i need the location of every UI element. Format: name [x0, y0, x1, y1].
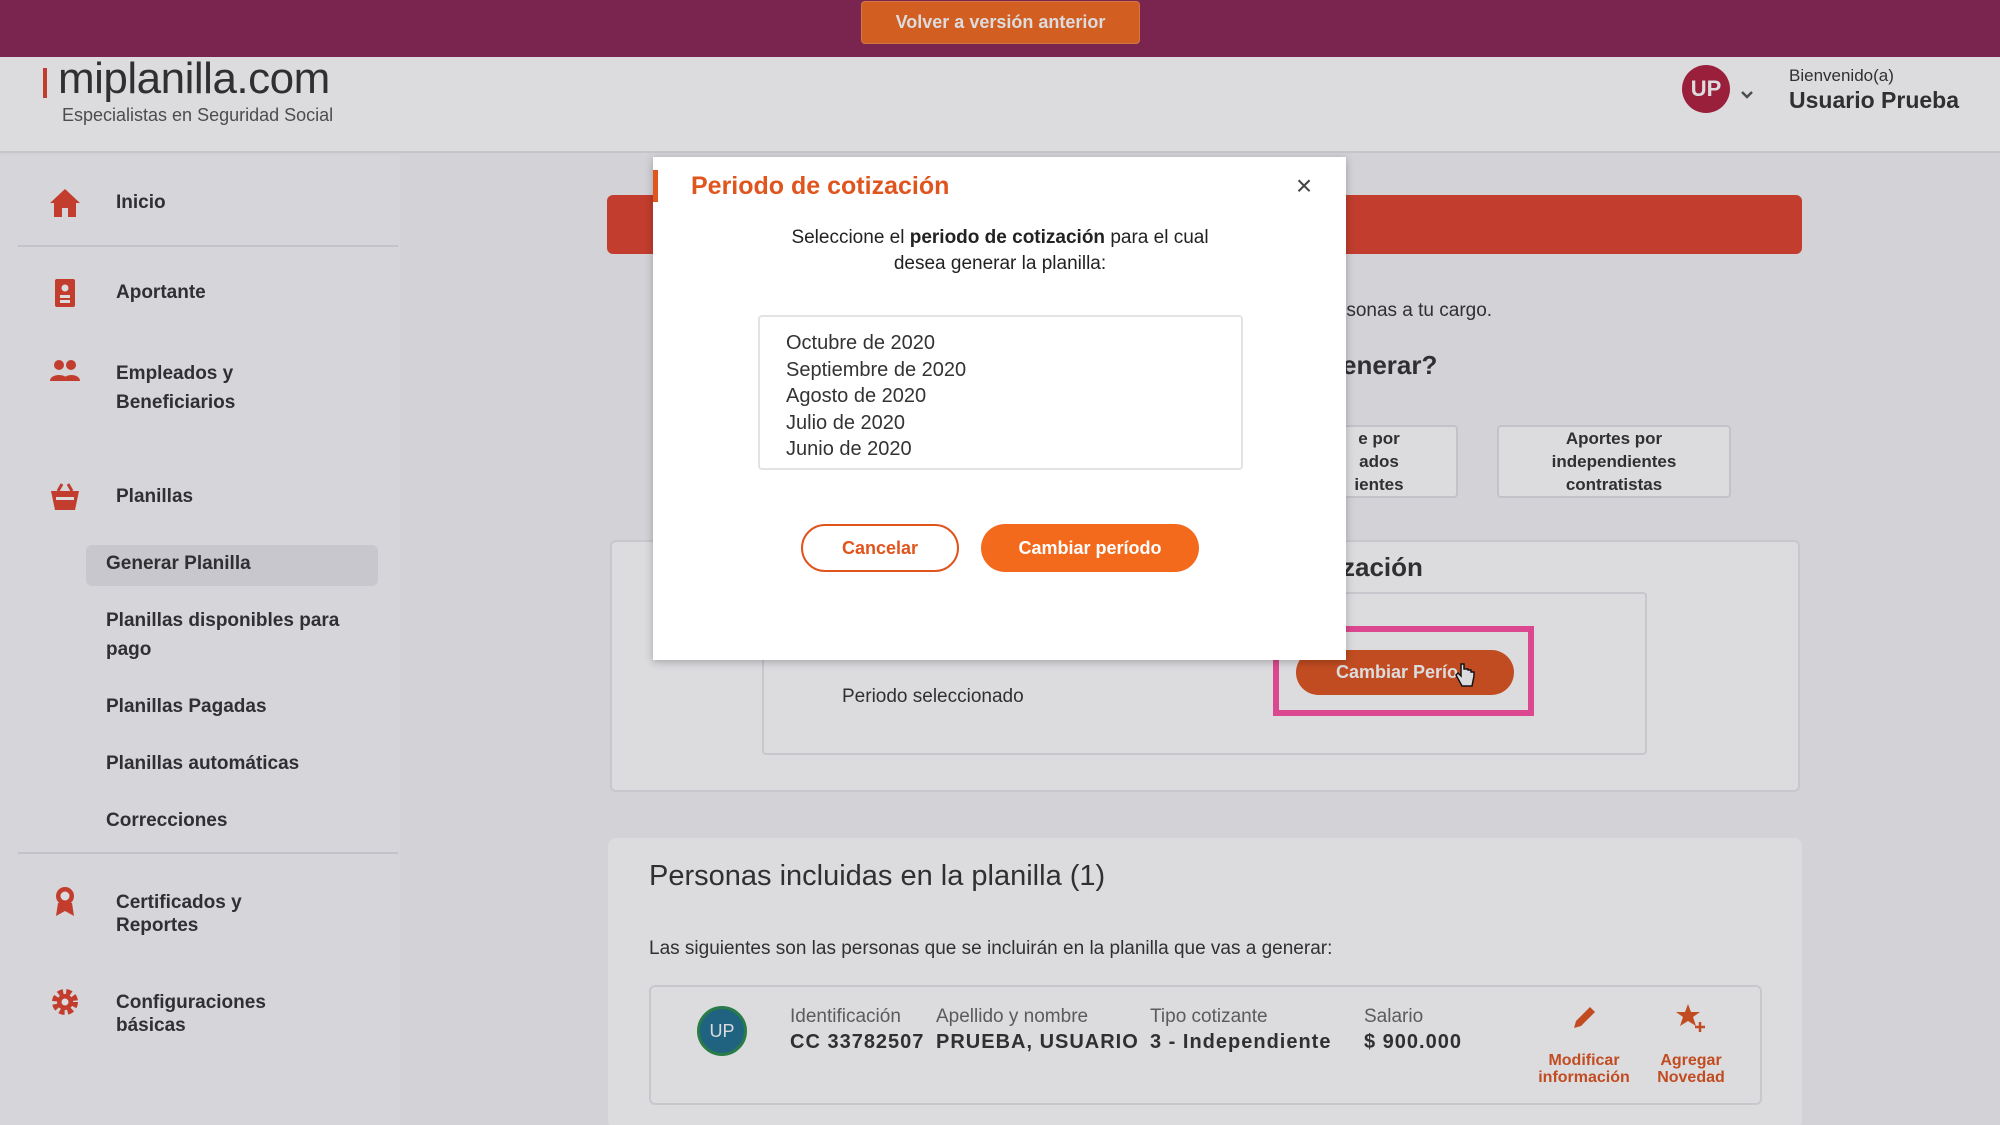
- period-option[interactable]: Octubre de 2020: [760, 330, 1241, 357]
- modal-title-accent: [653, 170, 658, 202]
- desc-bold: periodo de cotización: [909, 227, 1106, 248]
- desc-part: desea generar la planilla:: [893, 253, 1107, 274]
- period-option[interactable]: Agosto de 2020: [760, 383, 1241, 410]
- modal-title: Periodo de cotización: [691, 172, 950, 200]
- period-option[interactable]: Septiembre de 2020: [760, 357, 1241, 384]
- modal-description: Seleccione el periodo de cotización para…: [700, 225, 1300, 277]
- confirm-change-period-button[interactable]: Cambiar período: [981, 524, 1199, 572]
- period-listbox[interactable]: Octubre de 2020 Septiembre de 2020 Agost…: [758, 315, 1243, 470]
- period-option[interactable]: Julio de 2020: [760, 410, 1241, 437]
- close-icon[interactable]: ×: [1290, 172, 1318, 200]
- period-option[interactable]: Junio de 2020: [760, 436, 1241, 463]
- desc-part: para el cual: [1105, 227, 1209, 248]
- cancel-button[interactable]: Cancelar: [801, 524, 959, 572]
- desc-part: Seleccione el: [791, 227, 910, 248]
